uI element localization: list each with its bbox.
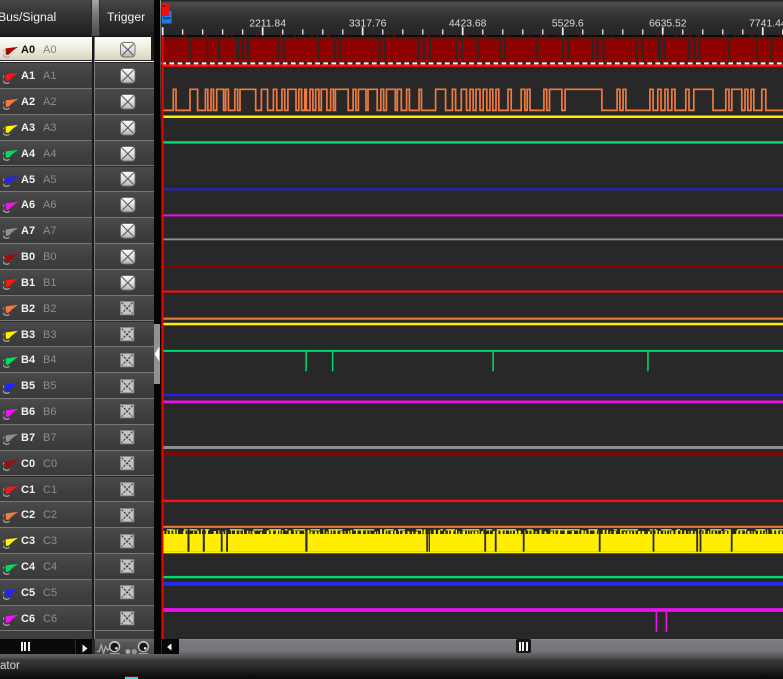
svg-text:4423.68: 4423.68 <box>449 18 487 29</box>
svg-text:5529.6: 5529.6 <box>552 18 584 29</box>
svg-text:6635.52: 6635.52 <box>649 18 687 29</box>
svg-text:7741.44: 7741.44 <box>749 18 783 29</box>
svg-text:2211.84: 2211.84 <box>249 18 286 29</box>
svg-text:3317.76: 3317.76 <box>349 18 387 29</box>
